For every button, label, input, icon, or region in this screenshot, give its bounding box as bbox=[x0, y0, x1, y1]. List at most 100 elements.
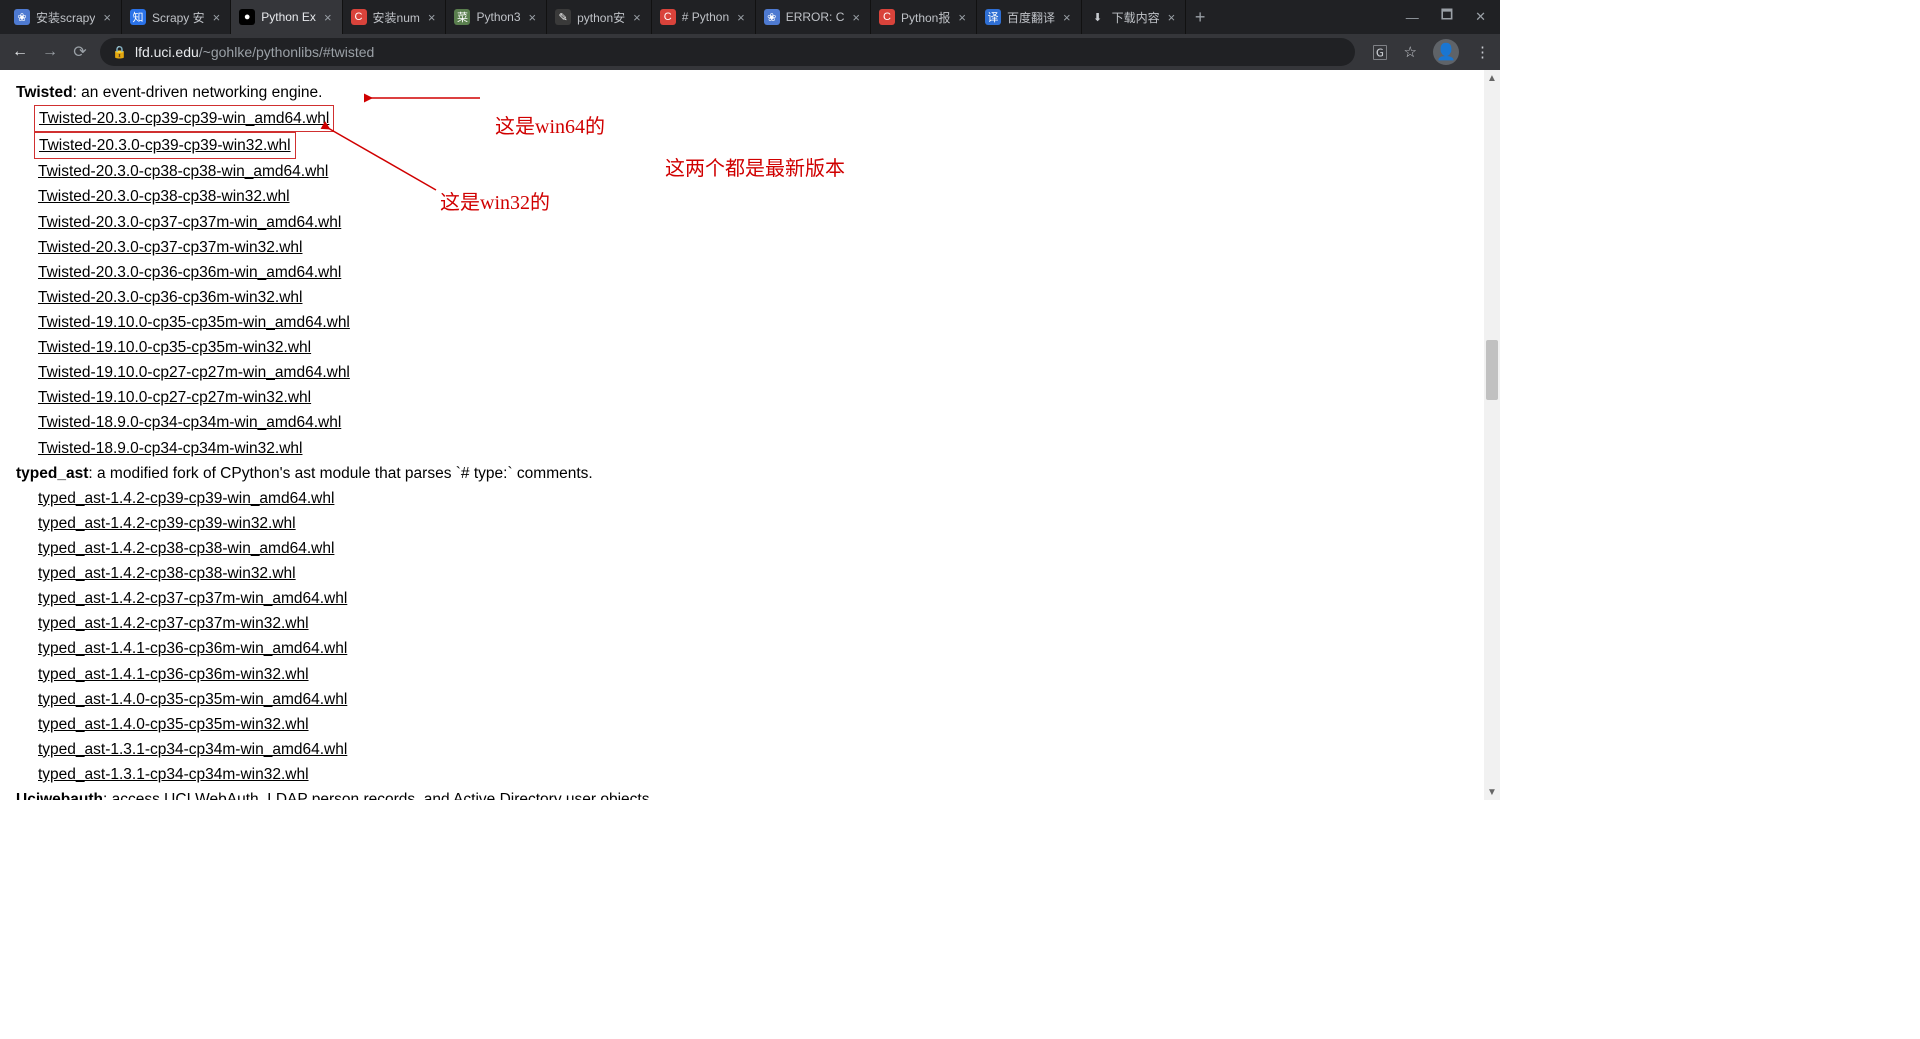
browser-tab[interactable]: 知Scrapy 安× bbox=[122, 0, 231, 34]
download-link[interactable]: Twisted-19.10.0-cp35-cp35m-win_amd64.whl bbox=[38, 310, 350, 335]
nav-reload-button[interactable]: ⟳ bbox=[70, 42, 90, 62]
browser-tab[interactable]: ❀ 安装scrapy × bbox=[6, 0, 122, 34]
tab-close-button[interactable]: × bbox=[1166, 10, 1178, 25]
download-link[interactable]: Twisted-20.3.0-cp36-cp36m-win32.whl bbox=[38, 285, 302, 310]
profile-avatar-button[interactable]: 👤 bbox=[1433, 39, 1459, 65]
tab-title: 安装scrapy bbox=[36, 9, 95, 26]
download-link[interactable]: typed_ast-1.4.0-cp35-cp35m-win32.whl bbox=[38, 712, 309, 737]
tab-close-button[interactable]: × bbox=[850, 10, 862, 25]
tab-close-button[interactable]: × bbox=[101, 10, 113, 25]
tab-title: Python3 bbox=[476, 10, 520, 24]
download-link[interactable]: typed_ast-1.4.2-cp39-cp39-win_amd64.whl bbox=[38, 486, 334, 511]
list-item: Twisted-20.3.0-cp37-cp37m-win32.whl bbox=[38, 235, 1484, 260]
download-link[interactable]: typed_ast-1.4.1-cp36-cp36m-win_amd64.whl bbox=[38, 636, 347, 661]
tab-close-button[interactable]: × bbox=[426, 10, 438, 25]
list-item: Twisted-20.3.0-cp38-cp38-win_amd64.whl bbox=[38, 159, 1484, 184]
list-item: Twisted-19.10.0-cp27-cp27m-win_amd64.whl bbox=[38, 360, 1484, 385]
window-controls: ― 🗖 ✕ bbox=[1392, 0, 1500, 34]
tab-favicon-icon: ❀ bbox=[764, 9, 780, 25]
window-maximize-button[interactable]: 🗖 bbox=[1441, 6, 1453, 28]
package-name: Twisted bbox=[16, 84, 73, 101]
tab-close-button[interactable]: × bbox=[322, 10, 334, 25]
download-link[interactable]: Twisted-20.3.0-cp39-cp39-win32.whl bbox=[34, 132, 296, 159]
list-item: Twisted-18.9.0-cp34-cp34m-win_amd64.whl bbox=[38, 410, 1484, 435]
tab-title: 百度翻译 bbox=[1007, 9, 1055, 26]
new-tab-button[interactable]: + bbox=[1186, 0, 1214, 34]
window-minimize-button[interactable]: ― bbox=[1406, 10, 1419, 25]
download-link[interactable]: typed_ast-1.4.0-cp35-cp35m-win_amd64.whl bbox=[38, 687, 347, 712]
browser-tab[interactable]: ❀ERROR: C× bbox=[756, 0, 871, 34]
download-link[interactable]: Twisted-18.9.0-cp34-cp34m-win_amd64.whl bbox=[38, 410, 341, 435]
page-content: Twisted: an event-driven networking engi… bbox=[0, 70, 1500, 800]
download-link[interactable]: Twisted-20.3.0-cp38-cp38-win32.whl bbox=[38, 184, 290, 209]
translate-icon[interactable]: 🄶 bbox=[1373, 42, 1388, 63]
list-item: Twisted-20.3.0-cp39-cp39-win_amd64.whl bbox=[38, 105, 1484, 132]
scroll-up-arrow-icon[interactable]: ▲ bbox=[1484, 70, 1500, 86]
url-path: /~gohlke/pythonlibs/#twisted bbox=[199, 44, 375, 60]
tab-close-button[interactable]: × bbox=[956, 10, 968, 25]
browser-tab[interactable]: 译百度翻译 × bbox=[977, 0, 1082, 34]
nav-forward-button[interactable]: → bbox=[40, 43, 60, 61]
package-heading: typed_ast: a modified fork of CPython's … bbox=[16, 461, 1484, 486]
bookmark-star-icon[interactable]: ☆ bbox=[1404, 43, 1417, 61]
window-close-button[interactable]: ✕ bbox=[1475, 9, 1486, 25]
url-domain: lfd.uci.edu bbox=[135, 44, 199, 60]
scroll-thumb[interactable] bbox=[1486, 340, 1498, 400]
tab-close-button[interactable]: × bbox=[735, 10, 747, 25]
download-link[interactable]: Twisted-19.10.0-cp27-cp27m-win32.whl bbox=[38, 385, 311, 410]
download-link[interactable]: typed_ast-1.4.2-cp38-cp38-win_amd64.whl bbox=[38, 536, 334, 561]
list-item: typed_ast-1.4.2-cp39-cp39-win_amd64.whl bbox=[38, 486, 1484, 511]
address-bar[interactable]: 🔒 lfd.uci.edu/~gohlke/pythonlibs/#twiste… bbox=[100, 38, 1355, 66]
kebab-menu-button[interactable]: ⋮ bbox=[1475, 43, 1490, 61]
browser-tab[interactable]: 菜Python3× bbox=[446, 0, 547, 34]
tab-close-button[interactable]: × bbox=[211, 10, 223, 25]
tab-close-button[interactable]: × bbox=[631, 10, 643, 25]
download-link[interactable]: Twisted-20.3.0-cp39-cp39-win_amd64.whl bbox=[34, 105, 334, 132]
download-link[interactable]: Twisted-19.10.0-cp35-cp35m-win32.whl bbox=[38, 335, 311, 360]
browser-tab[interactable]: ✎python安× bbox=[547, 0, 652, 34]
tab-favicon-icon: ❀ bbox=[14, 9, 30, 25]
download-link[interactable]: typed_ast-1.4.2-cp37-cp37m-win32.whl bbox=[38, 611, 309, 636]
browser-tab[interactable]: C# Python× bbox=[652, 0, 756, 34]
list-item: Twisted-20.3.0-cp38-cp38-win32.whl bbox=[38, 184, 1484, 209]
tab-title: python安 bbox=[577, 9, 625, 26]
download-link[interactable]: typed_ast-1.4.2-cp37-cp37m-win_amd64.whl bbox=[38, 586, 347, 611]
list-item: typed_ast-1.4.2-cp39-cp39-win32.whl bbox=[38, 511, 1484, 536]
tab-favicon-icon: C bbox=[351, 9, 367, 25]
browser-tab[interactable]: ⬇下载内容× bbox=[1082, 0, 1187, 34]
tab-close-button[interactable]: × bbox=[527, 10, 539, 25]
download-link[interactable]: Twisted-19.10.0-cp27-cp27m-win_amd64.whl bbox=[38, 360, 350, 385]
tab-favicon-icon: 译 bbox=[985, 9, 1001, 25]
browser-tab[interactable]: C安装num× bbox=[343, 0, 447, 34]
vertical-scrollbar[interactable]: ▲ ▼ bbox=[1484, 70, 1500, 800]
scroll-down-arrow-icon[interactable]: ▼ bbox=[1484, 784, 1500, 800]
package-description: : an event-driven networking engine. bbox=[73, 84, 323, 101]
tab-title: Python Ex bbox=[261, 10, 316, 24]
download-link[interactable]: Twisted-20.3.0-cp36-cp36m-win_amd64.whl bbox=[38, 260, 341, 285]
browser-tab[interactable]: ● Python Ex × bbox=[231, 0, 342, 34]
list-item: Twisted-20.3.0-cp36-cp36m-win32.whl bbox=[38, 285, 1484, 310]
tab-close-button[interactable]: × bbox=[1061, 10, 1073, 25]
download-link[interactable]: typed_ast-1.4.2-cp39-cp39-win32.whl bbox=[38, 511, 296, 536]
download-link[interactable]: Twisted-20.3.0-cp37-cp37m-win32.whl bbox=[38, 235, 302, 260]
tab-title: Python报 bbox=[901, 9, 950, 26]
download-link[interactable]: Twisted-18.9.0-cp34-cp34m-win32.whl bbox=[38, 436, 302, 461]
package-heading: Twisted: an event-driven networking engi… bbox=[16, 80, 1484, 105]
list-item: typed_ast-1.4.1-cp36-cp36m-win_amd64.whl bbox=[38, 636, 1484, 661]
package-heading: Uciwebauth: access UCI WebAuth, LDAP per… bbox=[16, 787, 1484, 800]
lock-icon: 🔒 bbox=[112, 45, 127, 59]
list-item: typed_ast-1.3.1-cp34-cp34m-win32.whl bbox=[38, 762, 1484, 787]
download-link[interactable]: typed_ast-1.3.1-cp34-cp34m-win_amd64.whl bbox=[38, 737, 347, 762]
download-link[interactable]: Twisted-20.3.0-cp37-cp37m-win_amd64.whl bbox=[38, 210, 341, 235]
toolbar-right: 🄶 ☆ 👤 ⋮ bbox=[1365, 39, 1490, 65]
tab-favicon-icon: C bbox=[879, 9, 895, 25]
download-link[interactable]: typed_ast-1.4.1-cp36-cp36m-win32.whl bbox=[38, 662, 309, 687]
list-item: Twisted-20.3.0-cp39-cp39-win32.whl bbox=[38, 132, 1484, 159]
tab-favicon-icon: ● bbox=[239, 9, 255, 25]
package-description: : access UCI WebAuth, LDAP person record… bbox=[103, 791, 654, 800]
download-link[interactable]: typed_ast-1.3.1-cp34-cp34m-win32.whl bbox=[38, 762, 309, 787]
browser-tab[interactable]: C Python报 × bbox=[871, 0, 977, 34]
nav-back-button[interactable]: ← bbox=[10, 43, 30, 61]
download-link[interactable]: typed_ast-1.4.2-cp38-cp38-win32.whl bbox=[38, 561, 296, 586]
download-link[interactable]: Twisted-20.3.0-cp38-cp38-win_amd64.whl bbox=[38, 159, 328, 184]
